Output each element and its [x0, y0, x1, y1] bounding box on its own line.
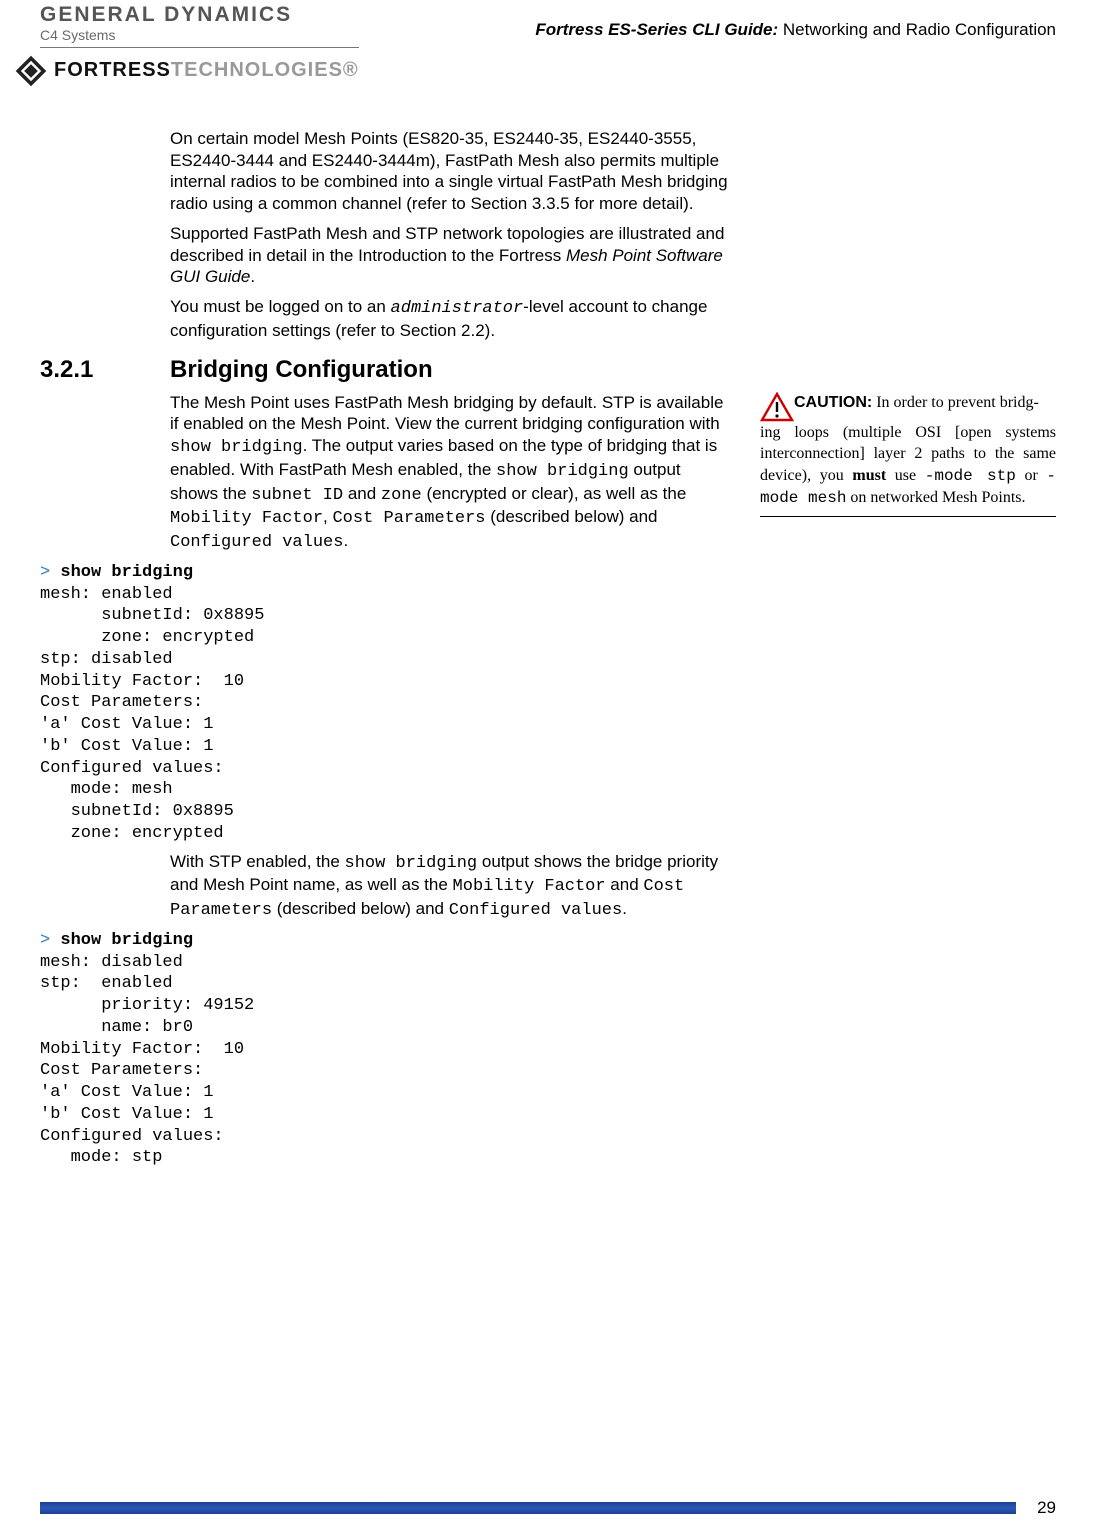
fortress-brand-light: TECHNOLOGIES® [171, 59, 359, 81]
intro-p2: Supported FastPath Mesh and STP network … [170, 223, 730, 288]
section-heading: 3.2.1 Bridging Configuration [40, 356, 1056, 384]
doc-title-sub: Networking and Radio Configuration [778, 20, 1056, 39]
cli-output-2: > show bridging mesh: disabled stp: enab… [40, 930, 740, 1169]
cli2-body: mesh: disabled stp: enabled priority: 49… [40, 953, 254, 1168]
mid-paragraph: With STP enabled, the show bridging outp… [170, 851, 730, 922]
intro-p1: On certain model Mesh Points (ES820-35, … [170, 128, 730, 215]
page-footer: 29 [40, 1502, 1056, 1514]
cli1-prompt: > [40, 563, 60, 582]
section-title: Bridging Configuration [170, 356, 433, 384]
fortress-brand-bold: FORTRESS [54, 59, 171, 81]
section-number: 3.2.1 [40, 356, 126, 384]
caution-lead: CAUTION: [794, 394, 872, 411]
caution-triangle-icon [760, 392, 794, 422]
section-p1: The Mesh Point uses FastPath Mesh bridgi… [170, 392, 730, 554]
brand-block: GENERAL DYNAMICS C4 Systems FORTRESSTECH… [40, 6, 359, 88]
cli2-command: show bridging [60, 931, 193, 950]
fortress-brand-text: FORTRESSTECHNOLOGIES® [54, 59, 359, 82]
gd-subtext: C4 Systems [40, 27, 359, 43]
header-divider [40, 47, 359, 48]
fortress-brand: FORTRESSTECHNOLOGIES® [14, 54, 359, 88]
page-header: GENERAL DYNAMICS C4 Systems FORTRESSTECH… [40, 0, 1056, 88]
section-body: The Mesh Point uses FastPath Mesh bridgi… [170, 392, 730, 554]
page-number: 29 [1037, 1498, 1056, 1518]
intro-p3: You must be logged on to an administrato… [170, 296, 730, 342]
doc-title: Fortress ES-Series CLI Guide: Networking… [535, 6, 1056, 40]
caution-note: CAUTION: In order to prevent bridg- ing … [760, 392, 1056, 517]
cli-output-1: > show bridging mesh: enabled subnetId: … [40, 562, 740, 845]
intro-block: On certain model Mesh Points (ES820-35, … [170, 128, 730, 342]
cli2-prompt: > [40, 931, 60, 950]
cli1-command: show bridging [60, 563, 193, 582]
footer-bar [40, 1502, 1016, 1514]
fortress-diamond-icon [14, 54, 48, 88]
cli1-body: mesh: enabled subnetId: 0x8895 zone: enc… [40, 585, 264, 843]
gd-logo-text: GENERAL DYNAMICS [40, 6, 359, 25]
doc-title-main: Fortress ES-Series CLI Guide: [535, 20, 778, 39]
